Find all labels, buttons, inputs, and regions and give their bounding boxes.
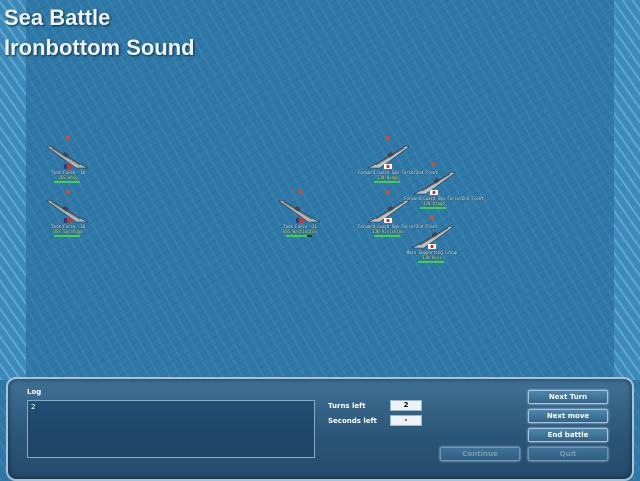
ship-label: Forward Guard Sqn Force/2nd Fleet IJN Kir… [358, 224, 437, 234]
ship-health-fill [374, 235, 400, 237]
japan-flag-icon [384, 164, 392, 169]
ship-health-bar [286, 235, 312, 237]
ship-name: IJN Kongo [377, 175, 399, 180]
battle-title-line1: Sea Battle [4, 5, 111, 30]
turns-left-label: Turns left [328, 402, 366, 410]
japan-flag-icon [430, 190, 438, 195]
us-flag-icon [296, 218, 304, 223]
ship-marker [386, 190, 390, 194]
ship-marker [298, 190, 302, 194]
next-turn-button[interactable]: Next Turn [528, 390, 608, 404]
ship-health-fill [54, 235, 80, 237]
ship-health-bar [418, 261, 444, 263]
quit-button[interactable]: Quit [528, 447, 608, 461]
ship-label: Main Supporting Group IJN Hiei [402, 250, 462, 260]
seconds-left-value: - [390, 415, 422, 426]
ship-label: Forward Guard Sqn Force/2nd Fleet IJN Kon… [358, 170, 437, 180]
next-move-button[interactable]: Next move [528, 409, 608, 423]
log-text-area[interactable]: 2 [27, 400, 315, 458]
ship-name: USS Saratoga [53, 229, 83, 234]
ship-name: USS Wasp [58, 175, 78, 180]
japan-flag-icon [428, 244, 436, 249]
ship-name: IJN Hiei [422, 255, 442, 260]
ship-health-fill [286, 235, 307, 237]
ship-health-fill [420, 207, 446, 209]
battle-title-line2: Ironbottom Sound [4, 35, 195, 60]
ship-health-fill [54, 181, 80, 183]
seconds-left-label: Seconds left [328, 417, 377, 425]
us-flag-icon [64, 218, 72, 223]
continue-button[interactable]: Continue [440, 447, 520, 461]
log-label: Log [27, 388, 42, 396]
ship-marker [386, 136, 390, 140]
ship-name: USS Washington [283, 229, 317, 234]
ship-health-fill [418, 261, 444, 263]
ship-name: IJN Kirishima [372, 229, 404, 234]
ship-marker [432, 162, 436, 166]
map-edge-right [614, 0, 640, 380]
ship-health-fill [374, 181, 400, 183]
ship-health-bar [374, 235, 400, 237]
ship-health-bar [420, 207, 446, 209]
japan-flag-icon [384, 218, 392, 223]
ship-marker [66, 190, 70, 194]
ship-label: Task Force -18 USS Saratoga [38, 224, 98, 234]
ship-marker [66, 136, 70, 140]
end-battle-button[interactable]: End battle [528, 428, 608, 442]
ship-label: Task Force -18 USS Wasp [38, 170, 98, 180]
us-flag-icon [64, 164, 72, 169]
ship-health-bar [374, 181, 400, 183]
ship-label: Forward Guard Sqn Force/2nd Fleet IJN Ata… [404, 196, 483, 206]
turns-left-value: 2 [390, 400, 422, 411]
battle-title: Sea Battle Ironbottom Sound [4, 3, 195, 63]
ship-label: Task Force -11 USS Washington [270, 224, 330, 234]
ship-marker [430, 216, 434, 220]
ship-health-bar [54, 235, 80, 237]
ship-health-bar [54, 181, 80, 183]
ship-name: IJN Atago [423, 201, 445, 206]
